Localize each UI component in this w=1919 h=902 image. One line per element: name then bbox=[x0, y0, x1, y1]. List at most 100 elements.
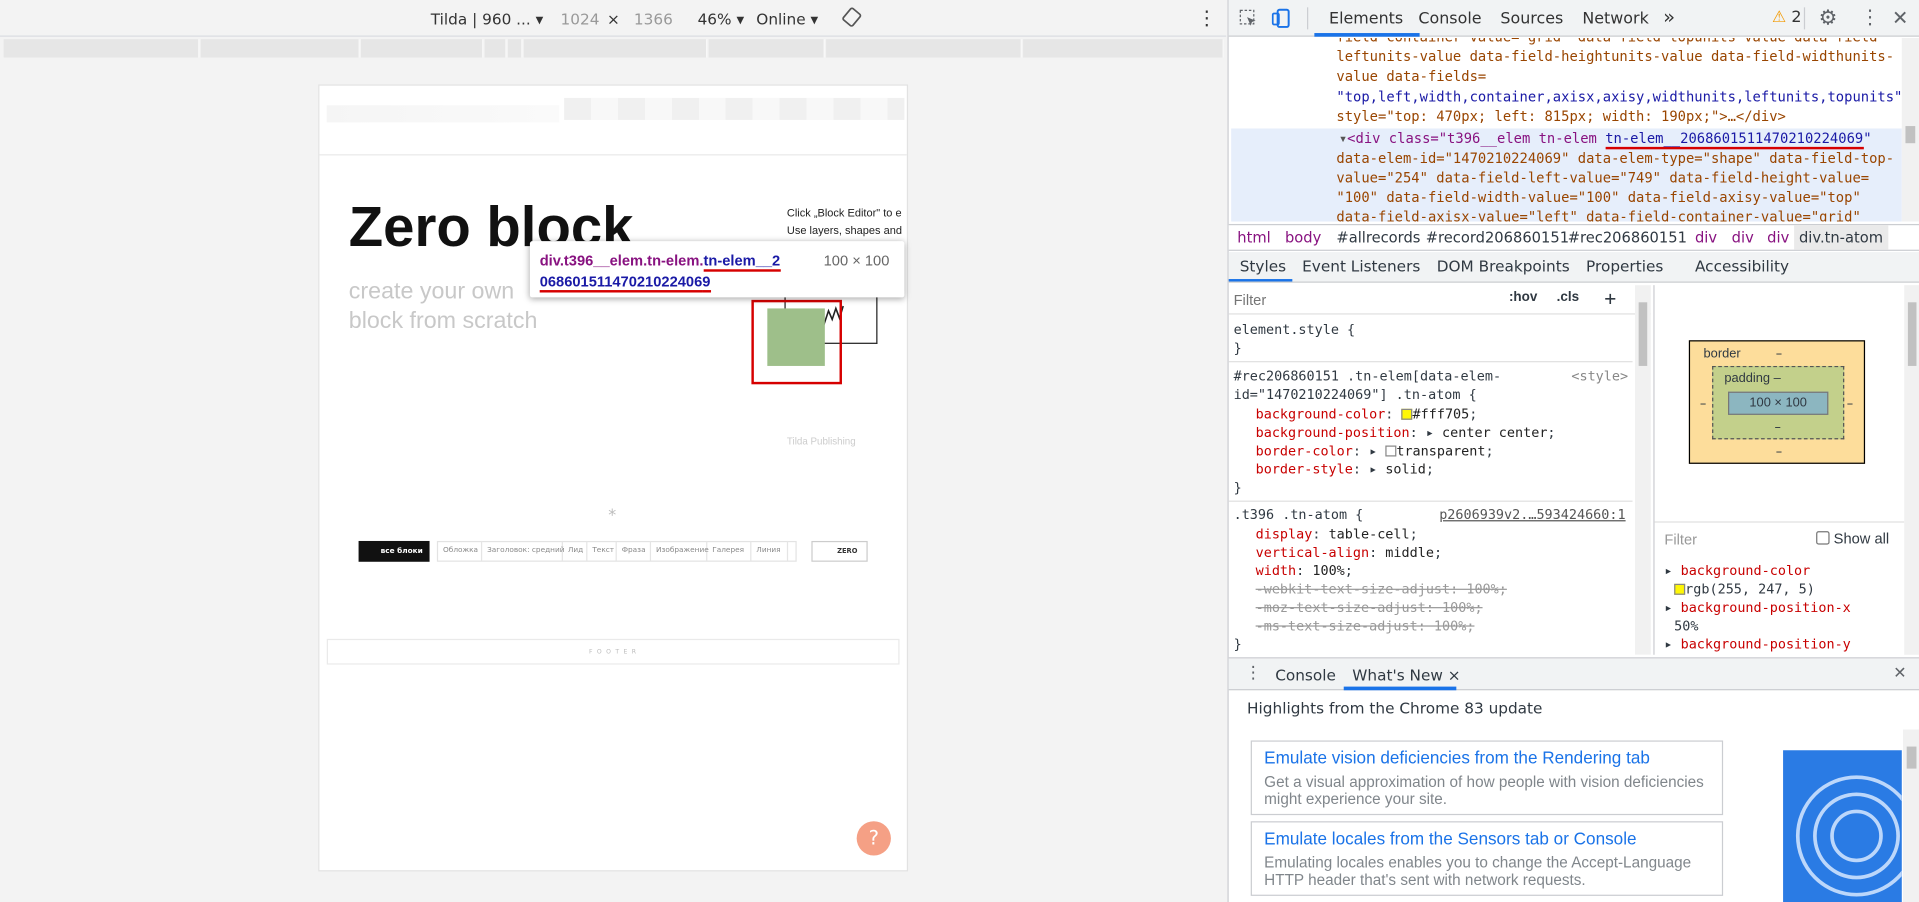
rule1-selector: id="1470210224069"] .tn-atom { bbox=[1233, 386, 1477, 403]
computed-item[interactable]: ▸ background-color bbox=[1664, 562, 1850, 580]
selected-node-line1[interactable]: ▾<div class="t396__elem tn-elem tn-elem_… bbox=[1339, 130, 1872, 150]
template-button[interactable]: Текст bbox=[587, 540, 617, 561]
drawer-tab-console[interactable]: Console bbox=[1275, 666, 1336, 684]
more-options-icon[interactable]: ⋮ bbox=[1197, 6, 1217, 29]
computed-item[interactable]: ▸ background-position-x bbox=[1664, 598, 1850, 616]
crumb-div[interactable]: div bbox=[1695, 229, 1717, 246]
device-select[interactable]: Tilda | 960 ... ▾ bbox=[431, 10, 544, 28]
settings-gear-icon[interactable]: ⚙ bbox=[1819, 6, 1838, 30]
css-declaration[interactable]: border-style: ▸ solid; bbox=[1256, 461, 1434, 477]
help-button[interactable]: ? bbox=[856, 821, 891, 856]
crumb-record[interactable]: #record206860151 bbox=[1426, 229, 1569, 246]
rotate-icon[interactable] bbox=[842, 7, 862, 30]
css-declaration[interactable]: background-position: ▸ center center; bbox=[1256, 425, 1556, 441]
styles-pane: :hov .cls + element.style { } #rec206860… bbox=[1228, 285, 1651, 655]
crumb-body[interactable]: body bbox=[1285, 229, 1321, 246]
crumb-div[interactable]: div bbox=[1767, 229, 1789, 246]
prop-value: #fff705 bbox=[1412, 406, 1470, 423]
elements-scrollbar[interactable] bbox=[1901, 37, 1919, 222]
inspect-element-icon[interactable] bbox=[1238, 9, 1258, 32]
template-button[interactable]: Фраза bbox=[617, 540, 652, 561]
overridden-declaration[interactable]: -moz-text-size-adjust: 100%; bbox=[1256, 600, 1483, 616]
tab-elements[interactable]: Elements bbox=[1329, 10, 1403, 28]
template-button[interactable]: Изображение bbox=[651, 540, 709, 561]
zero-button[interactable]: ZERO bbox=[811, 540, 868, 562]
dom-line: value data-fields= bbox=[1336, 68, 1487, 85]
drawer-tab-whats-new[interactable]: What's New × bbox=[1352, 666, 1460, 684]
color-swatch[interactable] bbox=[1385, 445, 1397, 457]
color-swatch[interactable] bbox=[1401, 408, 1413, 420]
template-button[interactable]: Линия bbox=[751, 540, 789, 561]
css-declaration[interactable]: background-color: #fff705; bbox=[1256, 406, 1478, 422]
star-mark: * bbox=[608, 506, 617, 526]
box-border[interactable]: border – – – – padding – 100 × 100 – bbox=[1688, 340, 1866, 464]
overridden-declaration[interactable]: -ms-text-size-adjust: 100%; bbox=[1256, 618, 1475, 634]
warnings-badge[interactable]: ⚠ 2 bbox=[1772, 9, 1801, 27]
template-button[interactable]: Заголовок: средний bbox=[482, 540, 565, 561]
computed-filter-input[interactable]: Filter bbox=[1664, 531, 1697, 548]
close-drawer-icon[interactable]: ✕ bbox=[1893, 665, 1906, 683]
card-title[interactable]: Emulate locales from the Sensors tab or … bbox=[1264, 829, 1636, 849]
cls-toggle[interactable]: .cls bbox=[1557, 290, 1579, 305]
styles-filter-input[interactable] bbox=[1233, 288, 1497, 311]
more-tabs-button[interactable]: » bbox=[1663, 5, 1675, 28]
rule1-source-link[interactable]: <style> bbox=[1571, 368, 1628, 384]
close-tab-icon[interactable]: × bbox=[1448, 666, 1461, 684]
height-input[interactable]: 1366 bbox=[634, 10, 673, 28]
tab-console[interactable]: Console bbox=[1418, 10, 1481, 28]
drawer-menu-icon[interactable]: ⋮ bbox=[1245, 663, 1262, 683]
rule1-selector[interactable]: #rec206860151 .tn-elem[data-elem- bbox=[1234, 368, 1501, 384]
new-rule-button[interactable]: + bbox=[1604, 286, 1616, 309]
computed-item[interactable]: ▸ background-position-y bbox=[1664, 635, 1850, 653]
card-title[interactable]: Emulate vision deficiencies from the Ren… bbox=[1264, 748, 1650, 768]
elements-tree[interactable]: field-container-value="grid" data-field-… bbox=[1229, 37, 1919, 222]
prop-name: background-position bbox=[1255, 424, 1410, 441]
show-all-checkbox[interactable]: Show all bbox=[1816, 530, 1889, 547]
media-query-bar[interactable] bbox=[0, 39, 1226, 59]
box-content[interactable]: 100 × 100 bbox=[1728, 391, 1829, 415]
show-all-label: Show all bbox=[1833, 529, 1890, 548]
devtools-menu-icon[interactable]: ⋮ bbox=[1860, 5, 1880, 28]
width-input[interactable]: 1024 bbox=[561, 10, 600, 28]
expand-triangle-icon[interactable]: ▾ bbox=[1339, 131, 1347, 147]
throttle-value: Online bbox=[756, 9, 806, 29]
element-style-rule[interactable]: element.style { bbox=[1234, 322, 1356, 338]
template-button[interactable]: Лид bbox=[563, 540, 588, 561]
tab-network[interactable]: Network bbox=[1582, 10, 1648, 28]
throttle-select[interactable]: Online ▾ bbox=[756, 10, 818, 28]
css-declaration[interactable]: vertical-align: middle; bbox=[1256, 545, 1442, 561]
css-declaration[interactable]: display: table-cell; bbox=[1256, 526, 1418, 542]
drawer-scrollbar[interactable] bbox=[1903, 729, 1919, 902]
rule2-selector[interactable]: .t396 .tn-atom { bbox=[1234, 507, 1364, 523]
crumb-div[interactable]: div bbox=[1732, 229, 1754, 246]
feature-card[interactable]: Emulate locales from the Sensors tab or … bbox=[1250, 821, 1724, 896]
styles-scrollbar[interactable] bbox=[1634, 285, 1651, 655]
crumb-tn-atom[interactable]: div.tn-atom bbox=[1794, 225, 1888, 250]
close-devtools-icon[interactable]: ✕ bbox=[1892, 6, 1908, 29]
all-blocks-button[interactable]: все блоки bbox=[358, 540, 430, 562]
overridden-declaration[interactable]: -webkit-text-size-adjust: 100%; bbox=[1256, 581, 1507, 597]
crumb-allrecords[interactable]: #allrecords bbox=[1336, 229, 1420, 246]
css-declaration[interactable]: width: 100%; bbox=[1256, 563, 1353, 579]
rule2-source-link[interactable]: p2606939v2.…593424660:1 bbox=[1439, 507, 1625, 523]
feature-card[interactable]: Emulate vision deficiencies from the Ren… bbox=[1250, 740, 1724, 816]
subtab-properties[interactable]: Properties bbox=[1586, 257, 1663, 275]
subtab-dom-breakpoints[interactable]: DOM Breakpoints bbox=[1437, 257, 1570, 275]
template-button[interactable]: Обложка bbox=[438, 540, 483, 561]
box-padding[interactable]: padding – 100 × 100 – bbox=[1712, 365, 1845, 440]
template-button[interactable]: Галерея bbox=[707, 540, 752, 561]
css-declaration[interactable]: border-color: ▸ transparent; bbox=[1256, 443, 1494, 459]
tab-sources[interactable]: Sources bbox=[1500, 10, 1563, 28]
crumb-html[interactable]: html bbox=[1237, 229, 1270, 246]
drawer: ⋮ Console What's New × ✕ Highlights from… bbox=[1228, 657, 1919, 902]
subtab-styles[interactable]: Styles bbox=[1240, 257, 1286, 275]
subtab-event-listeners[interactable]: Event Listeners bbox=[1302, 257, 1420, 275]
computed-scrollbar[interactable] bbox=[1904, 285, 1919, 655]
hov-toggle[interactable]: :hov bbox=[1509, 290, 1537, 305]
times-sign: × bbox=[607, 9, 620, 29]
subtab-accessibility[interactable]: Accessibility bbox=[1695, 257, 1789, 275]
dom-line: style="top: 470px; left: 815px; width: 1… bbox=[1336, 108, 1786, 125]
device-toolbar-icon[interactable] bbox=[1270, 7, 1292, 33]
zoom-select[interactable]: 46% ▾ bbox=[698, 10, 745, 28]
crumb-rec[interactable]: #rec206860151 bbox=[1568, 229, 1687, 246]
